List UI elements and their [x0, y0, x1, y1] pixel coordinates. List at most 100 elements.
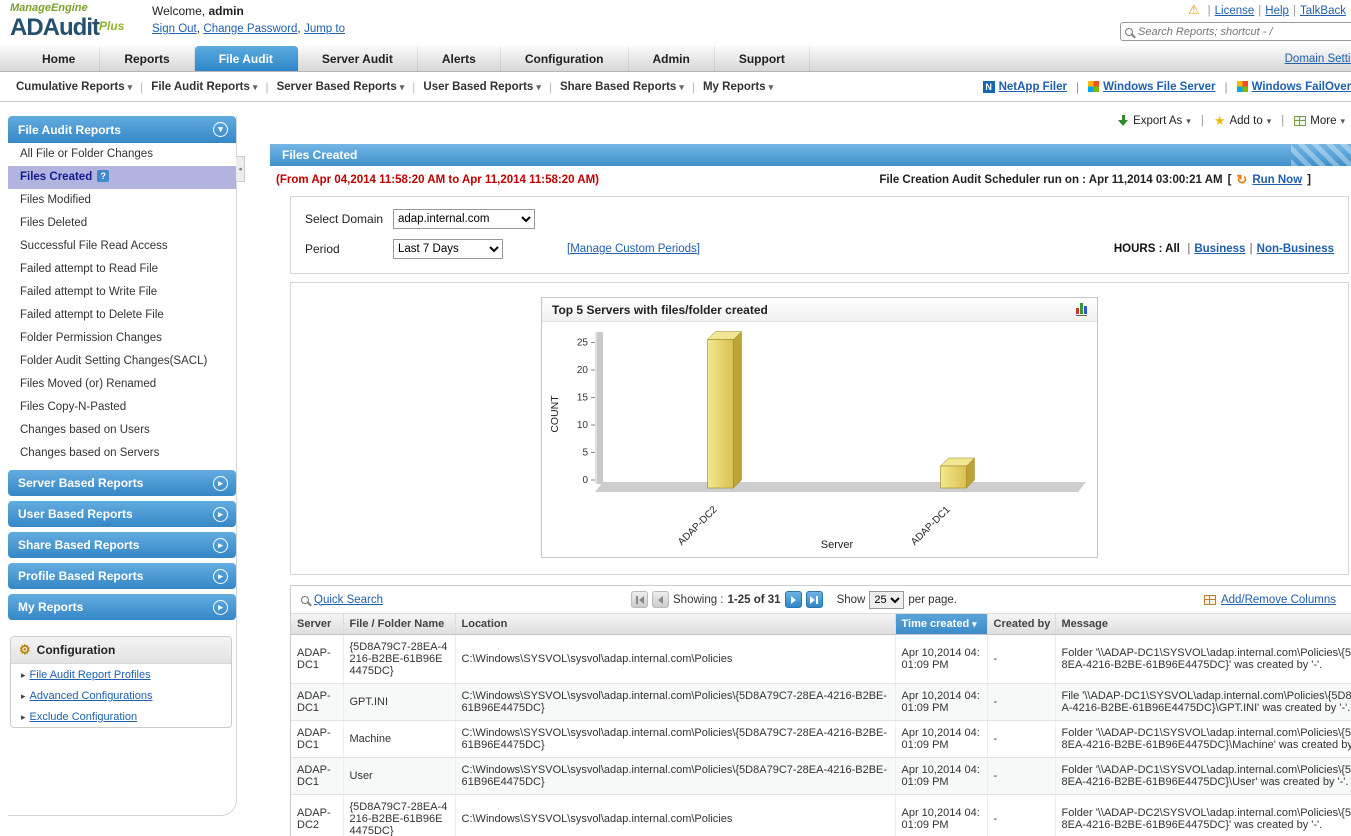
arrow-right-icon: ▸	[21, 691, 26, 701]
quick-link-windows-failover-cluster[interactable]: Windows FailOver Cluster	[1236, 81, 1351, 93]
sidebar-collapse-handle[interactable]: ◂	[236, 156, 245, 182]
warning-icon[interactable]: ⚠	[1188, 2, 1200, 17]
chart-type-icon[interactable]	[1076, 302, 1087, 316]
column-header-location[interactable]: Location	[455, 614, 896, 635]
hours-link-business[interactable]: Business	[1194, 243, 1245, 255]
sidebar-item-failed-attempt-to-read-file[interactable]: Failed attempt to Read File	[8, 258, 236, 281]
last-page-button[interactable]	[805, 591, 823, 608]
sidebar-section-profile-based-reports[interactable]: Profile Based Reports ▸	[8, 563, 236, 589]
domain-settings-link[interactable]: Domain Settings	[1285, 53, 1351, 65]
top-link-talkback[interactable]: TalkBack	[1300, 5, 1346, 17]
tab-alerts[interactable]: Alerts	[418, 46, 501, 71]
sidebar-item-label: Files Modified	[20, 194, 91, 206]
tab-support[interactable]: Support	[715, 46, 810, 71]
menu-user-based-reports[interactable]: User Based Reports ▾	[415, 81, 548, 93]
configuration-header: ⚙ Configuration	[11, 637, 231, 664]
sidebar-section-user-based-reports[interactable]: User Based Reports ▸	[8, 501, 236, 527]
column-header-server[interactable]: Server	[291, 614, 344, 635]
first-page-button[interactable]	[631, 591, 648, 608]
sidebar-item-files-copy-n-pasted[interactable]: Files Copy-N-Pasted	[8, 396, 236, 419]
bar-adap-dc1[interactable]	[940, 465, 967, 489]
sidebar-item-files-modified[interactable]: Files Modified	[8, 189, 236, 212]
separator: |	[1207, 5, 1211, 17]
cell-time: Apr 10,2014 04:01:09 PM	[895, 757, 988, 795]
menu-server-based-reports[interactable]: Server Based Reports ▾	[269, 81, 413, 93]
sidebar-item-label: Failed attempt to Read File	[20, 263, 159, 275]
tab-home[interactable]: Home	[18, 46, 101, 71]
quick-search-link[interactable]: Quick Search	[314, 594, 383, 606]
tab-reports[interactable]: Reports	[100, 46, 195, 71]
sidebar-item-successful-file-read-access[interactable]: Successful File Read Access	[8, 235, 236, 258]
add-to-button[interactable]: ★ Add to ▾	[1214, 113, 1271, 129]
hours-link-non-business[interactable]: Non-Business	[1257, 243, 1334, 255]
sidebar-item-failed-attempt-to-write-file[interactable]: Failed attempt to Write File	[8, 281, 236, 304]
top-link-license[interactable]: License	[1215, 5, 1255, 17]
separator: |	[1281, 115, 1285, 127]
bar-adap-dc2[interactable]	[707, 339, 734, 489]
search-input[interactable]	[1138, 25, 1338, 38]
add-remove-columns-link[interactable]: Add/Remove Columns	[1221, 594, 1336, 606]
column-header-created-by[interactable]: Created by	[987, 614, 1056, 635]
sidebar-item-changes-based-on-users[interactable]: Changes based on Users	[8, 419, 236, 442]
session-link-sign-out[interactable]: Sign Out	[152, 23, 197, 35]
chevron-right-icon: ▸	[213, 568, 228, 584]
app-logo[interactable]: ManageEngine ADAuditPlus	[10, 2, 124, 42]
y-tick-label: 20	[577, 365, 589, 376]
sidebar-header-file-audit-reports[interactable]: File Audit Reports ▾	[8, 116, 236, 143]
column-header-file-folder-name[interactable]: File / Folder Name	[343, 614, 456, 635]
help-icon[interactable]: ?	[97, 170, 110, 182]
sidebar-item-failed-attempt-to-delete-file[interactable]: Failed attempt to Delete File	[8, 304, 236, 327]
quick-search[interactable]: Quick Search	[301, 594, 501, 606]
quick-link-netapp-filer[interactable]: N NetApp Filer	[982, 80, 1067, 93]
page-size-select[interactable]: 25	[869, 590, 905, 609]
product-name: ADAudit	[10, 14, 100, 41]
sidebar-item-files-deleted[interactable]: Files Deleted	[8, 212, 236, 235]
session-link-change-password[interactable]: Change Password	[203, 23, 297, 35]
welcome-block: Welcome, admin Sign Out, Change Password…	[152, 4, 345, 35]
chart-panel: Top 5 Servers with files/folder created …	[290, 282, 1349, 575]
domain-select[interactable]: adap.internal.com	[393, 209, 535, 229]
sidebar-item-files-moved-or-renamed[interactable]: Files Moved (or) Renamed	[8, 373, 236, 396]
sidebar-item-folder-audit-setting-changes-sacl[interactable]: Folder Audit Setting Changes(SACL)	[8, 350, 236, 373]
cell-location: C:\Windows\SYSVOL\sysvol\adap.internal.c…	[455, 720, 896, 758]
global-search-box[interactable]	[1120, 22, 1351, 41]
menu-share-based-reports[interactable]: Share Based Reports ▾	[552, 81, 692, 93]
sidebar-item-changes-based-on-servers[interactable]: Changes based on Servers	[8, 442, 236, 465]
tab-configuration[interactable]: Configuration	[501, 46, 629, 71]
chevron-down-icon[interactable]: ▾	[213, 122, 228, 137]
windows-icon	[1088, 81, 1100, 92]
tab-server-audit[interactable]: Server Audit	[298, 46, 418, 71]
sidebar-item-files-created[interactable]: Files Created?	[8, 166, 236, 189]
more-button[interactable]: More ▾	[1294, 115, 1345, 127]
add-remove-columns[interactable]: Add/Remove Columns	[1203, 594, 1351, 606]
session-link-jump-to[interactable]: Jump to	[304, 23, 345, 35]
tab-admin[interactable]: Admin	[629, 46, 715, 71]
prev-page-button[interactable]	[652, 591, 669, 608]
export-as-button[interactable]: Export As ▾	[1118, 115, 1191, 127]
chevron-right-icon: ▸	[213, 506, 228, 522]
cell-message: Folder '\\ADAP-DC1\SYSVOL\adap.internal.…	[1055, 720, 1351, 758]
config-link-file-audit-report-profiles[interactable]: File Audit Report Profiles	[30, 669, 151, 681]
sidebar-section-share-based-reports[interactable]: Share Based Reports ▸	[8, 532, 236, 558]
period-select[interactable]: Last 7 Days	[393, 239, 503, 259]
menu-cumulative-reports[interactable]: Cumulative Reports ▾	[8, 81, 140, 93]
top-link-help[interactable]: Help	[1265, 5, 1289, 17]
next-page-button[interactable]	[784, 591, 802, 608]
quick-link-label: Windows File Server	[1103, 80, 1216, 93]
chevron-down-icon: ▾	[679, 81, 684, 92]
tab-file-audit[interactable]: File Audit	[194, 46, 298, 71]
quick-link-windows-file-server[interactable]: Windows File Server	[1088, 81, 1215, 93]
run-now-link[interactable]: Run Now	[1252, 174, 1302, 186]
sidebar-item-all-file-or-folder-changes[interactable]: All File or Folder Changes	[8, 143, 236, 166]
menu-file-audit-reports[interactable]: File Audit Reports ▾	[143, 81, 265, 93]
quick-link-label: NetApp Filer	[998, 80, 1067, 93]
menu-my-reports[interactable]: My Reports ▾	[695, 81, 781, 93]
manage-custom-periods-link[interactable]: [Manage Custom Periods]	[567, 243, 700, 255]
column-header-message[interactable]: Message	[1055, 614, 1351, 635]
sidebar-section-my-reports[interactable]: My Reports ▸	[8, 594, 236, 620]
sidebar-section-server-based-reports[interactable]: Server Based Reports ▸	[8, 470, 236, 496]
column-header-time-created[interactable]: Time created ▾	[895, 614, 988, 635]
config-link-exclude-configuration[interactable]: Exclude Configuration	[30, 711, 138, 723]
sidebar-item-folder-permission-changes[interactable]: Folder Permission Changes	[8, 327, 236, 350]
config-link-advanced-configurations[interactable]: Advanced Configurations	[30, 690, 153, 702]
